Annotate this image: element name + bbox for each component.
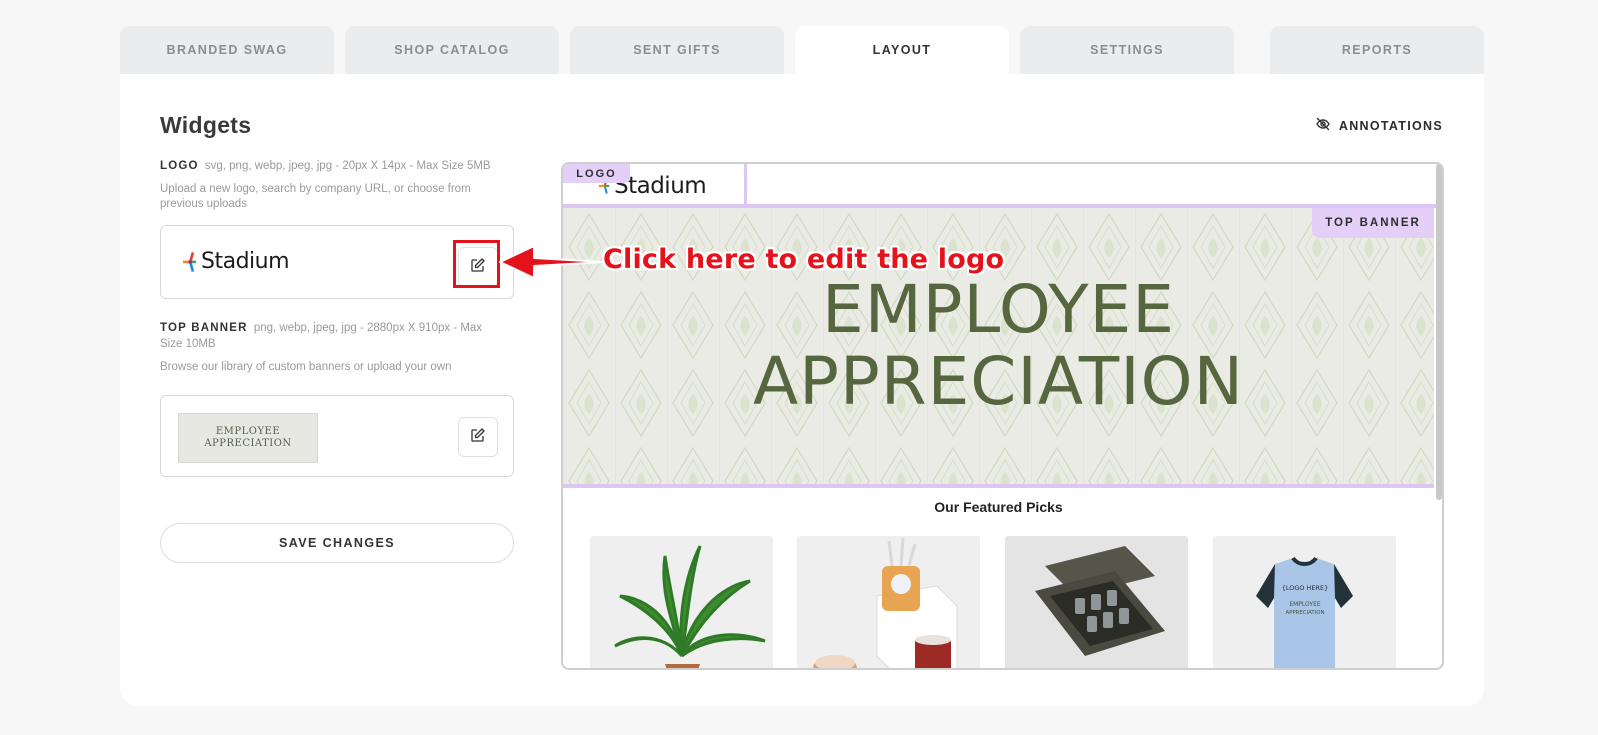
product-card-jersey[interactable]: {LOGO HERE} EMPLOYEE APPRECIATION <box>1213 536 1396 668</box>
logo-field-spec: svg, png, webp, jpeg, jpg - 20px X 14px … <box>204 160 491 172</box>
tab-sent-gifts[interactable]: SENT GIFTS <box>570 26 784 74</box>
banner-field-header: TOP BANNER png, webp, jpeg, jpg - 2880px… <box>160 320 500 352</box>
logo-region-tag: LOGO <box>563 164 630 183</box>
callout-highlight-box <box>453 240 500 288</box>
edit-icon <box>470 427 486 448</box>
banner-thumb-line1: EMPLOYEE <box>215 426 281 437</box>
tab-shop-catalog[interactable]: SHOP CATALOG <box>345 26 559 74</box>
jersey-logo-placeholder: {LOGO HERE} <box>1282 584 1329 592</box>
product-card-plant[interactable] <box>590 536 773 668</box>
tab-reports[interactable]: REPORTS <box>1270 26 1484 74</box>
banner-line1: EMPLOYEE <box>822 271 1175 348</box>
banner-field-label: TOP BANNER <box>160 322 248 334</box>
product-card-desk-set[interactable] <box>797 536 980 668</box>
stadium-logo-mark-icon <box>183 251 196 272</box>
eye-off-icon <box>1315 116 1331 135</box>
featured-picks-title: Our Featured Picks <box>934 499 1063 515</box>
jersey-image: {LOGO HERE} EMPLOYEE APPRECIATION <box>1213 536 1396 668</box>
desk-set-image <box>797 536 980 668</box>
callout-arrow-icon <box>499 245 605 279</box>
logo-field-label: LOGO <box>160 160 199 172</box>
banner-thumb-line2: APPRECIATION <box>204 438 292 449</box>
glassware-box-image <box>1005 536 1188 668</box>
plant-image <box>590 536 773 668</box>
layout-panel: Widgets ANNOTATIONS LOGO svg, png, webp,… <box>120 74 1484 706</box>
preview-header: Stadium LOGO <box>563 164 1442 208</box>
top-banner-region-tag: TOP BANNER <box>1312 208 1434 238</box>
stadium-logo: Stadium <box>183 249 290 274</box>
page-title: Widgets <box>160 112 252 138</box>
jersey-line2: EMPLOYEE <box>1289 601 1321 608</box>
tab-branded-swag[interactable]: BRANDED SWAG <box>120 26 334 74</box>
banner-thumbnail: EMPLOYEE APPRECIATION <box>178 413 318 463</box>
save-changes-button[interactable]: SAVE CHANGES <box>160 523 514 563</box>
annotations-label: ANNOTATIONS <box>1338 118 1443 133</box>
banner-bottom-divider <box>563 484 1434 488</box>
callout-text: Click here to edit the logo <box>603 244 1005 275</box>
logo-field-description: Upload a new logo, search by company URL… <box>160 183 471 210</box>
product-card-glassware-box[interactable] <box>1005 536 1188 668</box>
logo-field-header: LOGO svg, png, webp, jpeg, jpg - 20px X … <box>160 158 491 174</box>
layout-preview: Stadium LOGO EMPLOYEE APPRECIATION TOP B… <box>561 162 1444 670</box>
tab-bar: BRANDED SWAG SHOP CATALOG SENT GIFTS LAY… <box>120 26 1484 74</box>
jersey-line3: APPRECIATION <box>1285 610 1324 616</box>
banner-upload-box: EMPLOYEE APPRECIATION <box>160 395 514 477</box>
tab-settings[interactable]: SETTINGS <box>1020 26 1234 74</box>
banner-headline: EMPLOYEE APPRECIATION <box>563 274 1434 418</box>
tab-layout[interactable]: LAYOUT <box>795 26 1009 74</box>
annotations-toggle[interactable]: ANNOTATIONS <box>1315 116 1443 135</box>
banner-line2: APPRECIATION <box>753 343 1244 420</box>
stadium-wordmark: Stadium <box>201 249 290 274</box>
preview-scrollbar[interactable] <box>1436 164 1442 500</box>
banner-field-description: Browse our library of custom banners or … <box>160 361 452 373</box>
edit-banner-button[interactable] <box>458 417 498 457</box>
